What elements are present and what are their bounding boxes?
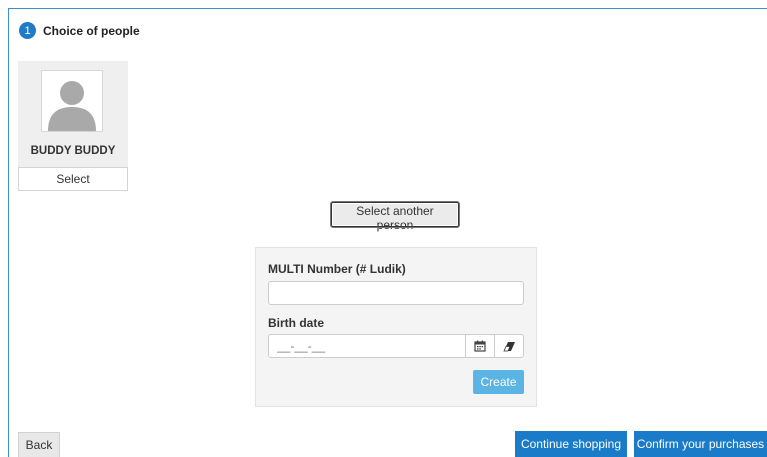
birth-date-label: Birth date	[268, 316, 325, 330]
confirm-purchases-button[interactable]: Confirm your purchases	[634, 431, 767, 457]
birth-date-group	[268, 334, 524, 358]
step-title: Choice of people	[43, 23, 140, 38]
multi-number-label: MULTI Number (# Ludik)	[268, 262, 406, 276]
birth-date-input[interactable]	[269, 335, 465, 357]
step-number-badge: 1	[19, 22, 36, 39]
person-card[interactable]: BUDDY BUDDY	[18, 61, 128, 169]
create-button[interactable]: Create	[473, 370, 524, 394]
continue-shopping-button[interactable]: Continue shopping	[515, 431, 627, 457]
clear-date-button[interactable]	[494, 335, 523, 357]
calendar-icon	[474, 340, 486, 352]
select-another-person-button[interactable]: Select another person	[330, 201, 460, 232]
select-person-button[interactable]: Select	[18, 167, 128, 191]
step-header: 1 Choice of people	[19, 22, 140, 39]
multi-number-input[interactable]	[268, 281, 524, 305]
person-name: BUDDY BUDDY	[30, 145, 116, 157]
calendar-button[interactable]	[465, 335, 494, 357]
user-silhouette-icon	[48, 81, 96, 131]
eraser-icon	[502, 341, 515, 351]
back-button[interactable]: Back	[18, 432, 60, 457]
avatar	[41, 70, 103, 132]
